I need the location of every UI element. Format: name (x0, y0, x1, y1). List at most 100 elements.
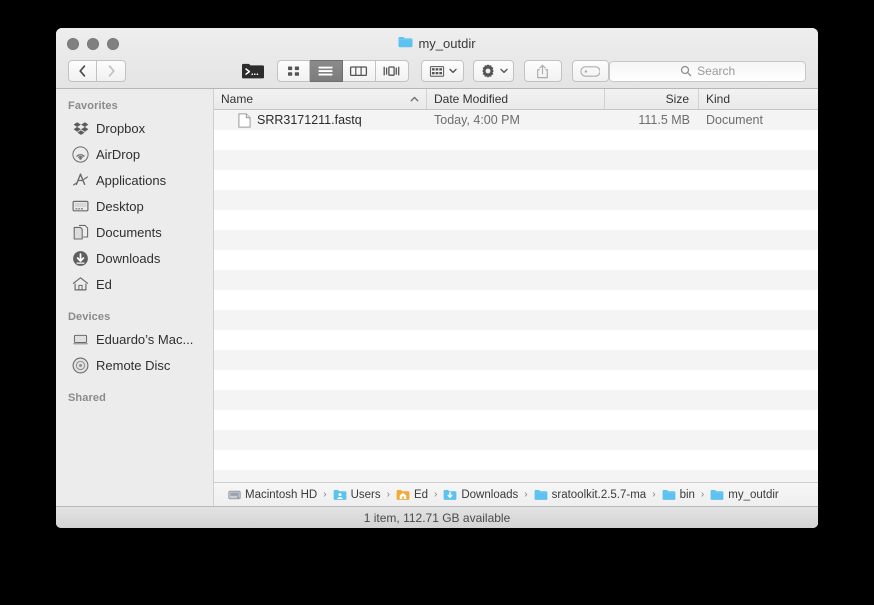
breadcrumb-item[interactable]: Downloads (443, 489, 518, 501)
empty-row (214, 350, 818, 370)
back-button[interactable] (68, 60, 97, 82)
column-header-name[interactable]: Name (214, 89, 427, 109)
empty-row (214, 250, 818, 270)
breadcrumb-separator: › (652, 489, 656, 500)
sidebar-item-label: Desktop (96, 198, 144, 214)
search-input[interactable]: Search (609, 60, 806, 82)
breadcrumb-label: Downloads (461, 488, 519, 501)
share-icon (537, 64, 549, 78)
cell-date-modified: Today, 4:00 PM (434, 113, 520, 127)
empty-row (214, 450, 818, 470)
empty-row (214, 310, 818, 330)
applications-icon (72, 172, 89, 189)
chevron-right-icon (108, 65, 115, 77)
table-row[interactable]: SRR3171211.fastq Today, 4:00 PM 111.5 MB Do… (214, 110, 818, 130)
column-header-kind[interactable]: Kind (699, 89, 818, 109)
titlebar: my_outdir Search (56, 28, 818, 89)
list-view-button[interactable] (309, 60, 343, 82)
path-bar: Macintosh HD › Users › Ed › Downloads › sratoolk… (214, 482, 818, 506)
breadcrumb-item[interactable]: Users (333, 489, 381, 501)
sidebar-item-remote-disc[interactable]: Remote Disc (56, 352, 213, 378)
arrange-grid-icon (429, 65, 444, 77)
breadcrumb-label: Ed (413, 488, 429, 501)
sidebar-item-desktop[interactable]: Desktop (56, 193, 213, 219)
sidebar-item-dropbox[interactable]: Dropbox (56, 115, 213, 141)
icon-view-button[interactable] (276, 60, 310, 82)
breadcrumb-label: sratoolkit.2.5.7-ma (551, 488, 647, 501)
column-headers: Name Date Modified Size Kind (214, 89, 818, 110)
minimize-button[interactable] (87, 38, 99, 50)
empty-row (214, 130, 818, 150)
laptop-icon (72, 331, 89, 348)
gear-icon (482, 64, 494, 78)
close-button[interactable] (67, 38, 79, 50)
blue-folder-icon (710, 489, 724, 501)
sidebar-item-eduardos-mac[interactable]: Eduardo’s Mac... (56, 326, 213, 352)
column-header-size[interactable]: Size (605, 89, 699, 109)
sidebar-item-label: AirDrop (96, 146, 141, 162)
breadcrumb-separator: › (323, 489, 327, 500)
blue-folder-icon (534, 489, 548, 501)
tag-icon (580, 65, 601, 77)
coverflow-view-button[interactable] (375, 60, 409, 82)
column-header-label: Name (221, 92, 254, 106)
documents-icon (72, 224, 89, 241)
action-menu-button[interactable] (472, 60, 514, 82)
breadcrumb-item[interactable]: my_outdir (710, 489, 779, 501)
sidebar-item-downloads[interactable]: Downloads (56, 245, 213, 271)
blue-folder-icon (662, 489, 676, 501)
empty-row (214, 370, 818, 390)
grid-icon (287, 66, 299, 76)
breadcrumb-item[interactable]: Ed (396, 489, 428, 501)
sort-ascending-icon (410, 96, 419, 102)
status-bar-text: 1 item, 112.71 GB available (363, 510, 511, 525)
chevron-down-icon (449, 68, 457, 74)
empty-row (214, 430, 818, 450)
sidebar-item-airdrop[interactable]: AirDrop (56, 141, 213, 167)
sidebar-item-label: Documents (96, 224, 162, 240)
chevron-left-icon (79, 65, 86, 77)
forward-button[interactable] (97, 60, 126, 82)
column-header-label: Size (665, 92, 689, 106)
breadcrumb-item[interactable]: Macintosh HD (228, 489, 317, 501)
column-header-date-modified[interactable]: Date Modified (427, 89, 605, 109)
column-view-button[interactable] (342, 60, 376, 82)
sidebar-item-label: Dropbox (96, 120, 146, 136)
breadcrumb-label: bin (679, 488, 695, 501)
document-file-icon (238, 112, 251, 128)
sidebar-item-documents[interactable]: Documents (56, 219, 213, 245)
empty-row (214, 410, 818, 430)
sidebar-item-ed[interactable]: Ed (56, 271, 213, 297)
sidebar-header-shared: Shared (68, 392, 106, 404)
breadcrumb-item[interactable]: sratoolkit.2.5.7-ma (534, 488, 647, 501)
empty-row (214, 330, 818, 350)
share-button[interactable] (523, 60, 562, 82)
status-bar: 1 item, 112.71 GB available (56, 506, 818, 528)
navigation-buttons (68, 60, 126, 82)
empty-row (214, 170, 818, 190)
file-rows: SRR3171211.fastq Today, 4:00 PM 111.5 MB Do… (214, 110, 818, 482)
blue-folder-icon (398, 36, 413, 52)
cell-size: 111.5 MB (638, 113, 690, 127)
breadcrumb-item[interactable]: bin (662, 489, 695, 501)
sidebar-item-label: Applications (96, 172, 167, 188)
file-name: SRR3171211.fastq (257, 113, 362, 127)
sidebar-item-applications[interactable]: Applications (56, 167, 213, 193)
empty-row (214, 390, 818, 410)
terminal-folder-icon[interactable] (240, 60, 266, 82)
file-list: Name Date Modified Size Kind SRR3171211.… (214, 89, 818, 506)
downloads-folder-icon (443, 489, 457, 501)
empty-row (214, 210, 818, 230)
columns-icon (350, 66, 368, 77)
sidebar-header-devices: Devices (68, 311, 111, 323)
arrange-button[interactable] (420, 60, 464, 82)
tag-button[interactable] (571, 60, 610, 82)
breadcrumb-label: my_outdir (728, 488, 779, 501)
toolbar: Search (56, 56, 818, 86)
search-icon (680, 65, 692, 77)
coverflow-icon (383, 66, 400, 76)
traffic-lights (67, 38, 119, 50)
zoom-button[interactable] (107, 38, 119, 50)
